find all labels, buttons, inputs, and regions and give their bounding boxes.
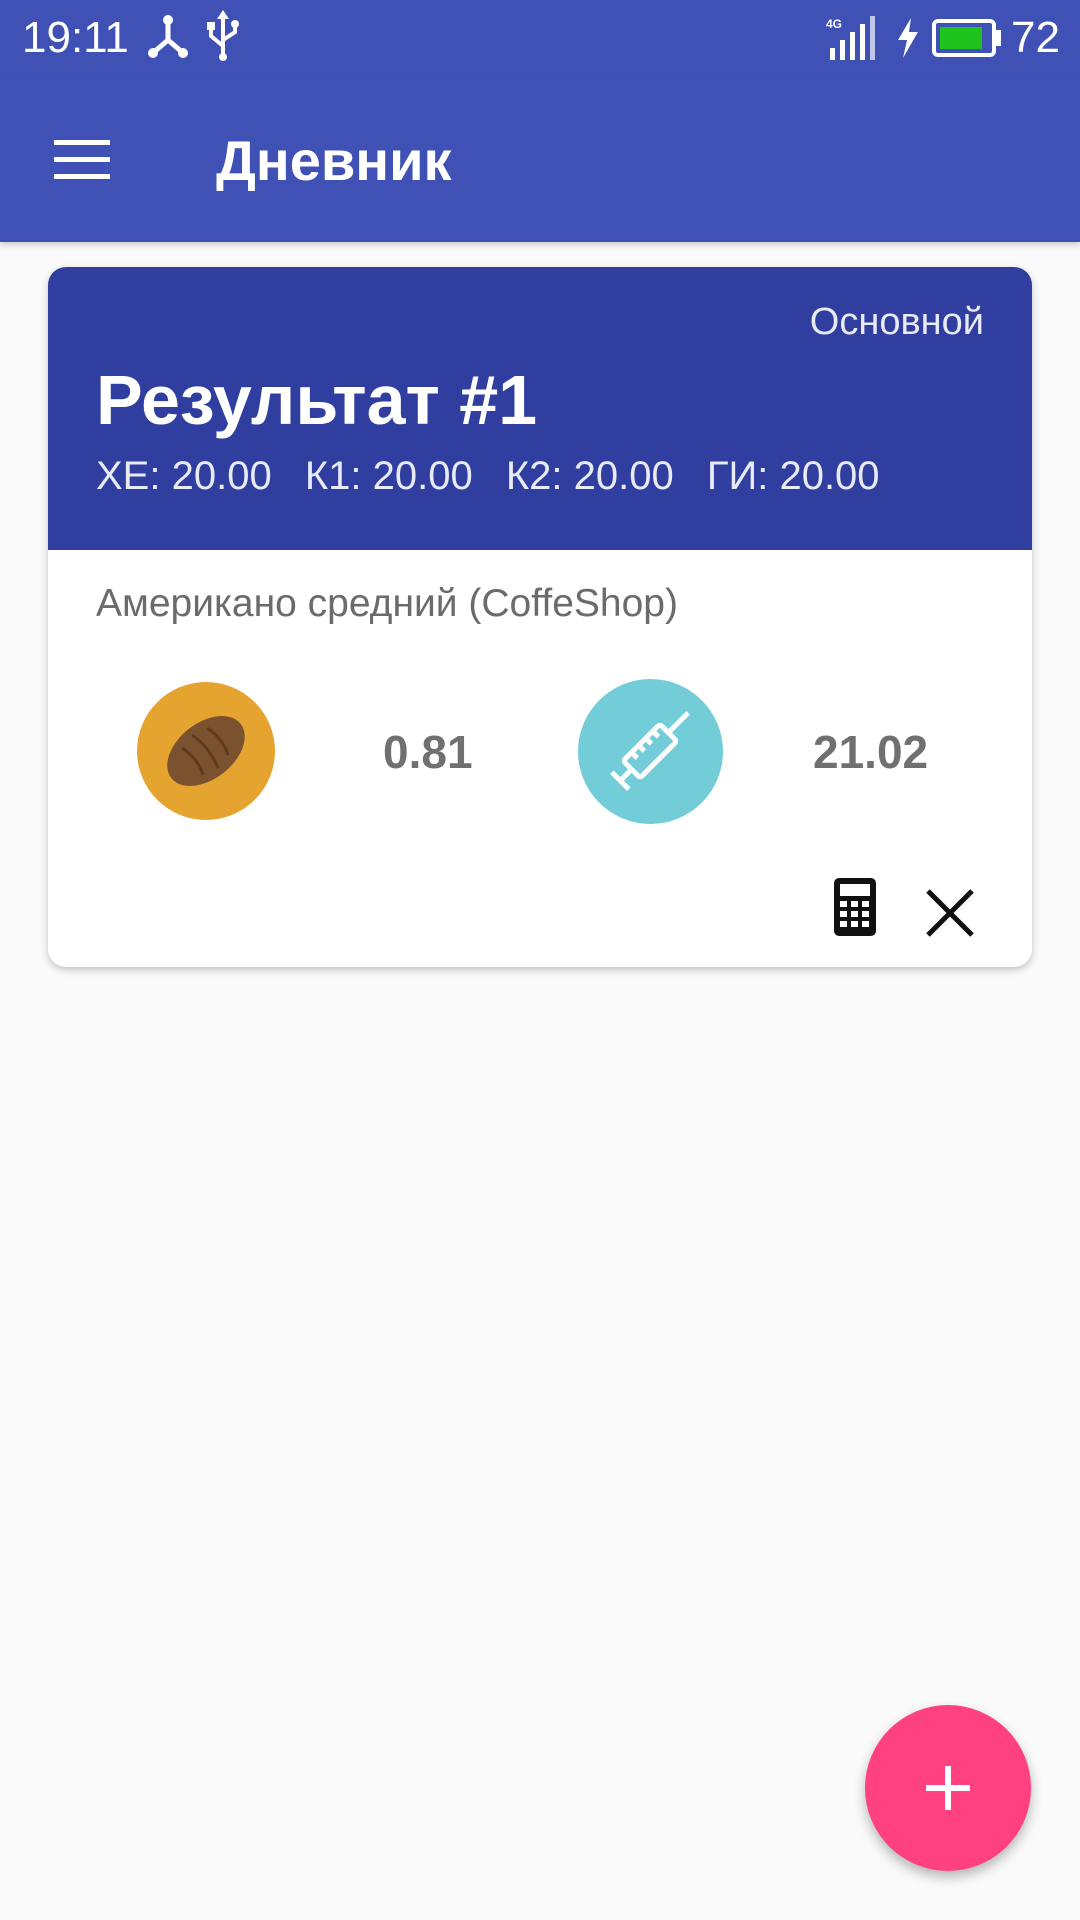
charging-icon [896,18,920,63]
insulin-value: 21.02 [813,726,929,778]
menu-icon [54,140,110,179]
calculator-button[interactable] [830,875,888,949]
sync-hub-icon [148,14,188,63]
app-bar: Дневник [0,76,1080,242]
bread-icon [137,682,275,820]
bread-units-value: 0.81 [383,726,473,778]
delete-button[interactable] [922,885,978,941]
food-name: Американо средний (CoffeShop) [96,582,678,625]
profile-label: Основной [809,301,984,343]
card-metrics: ХЕ: 20.00 К1: 20.00 К2: 20.00 ГИ: 20.00 [96,451,902,501]
svg-text:4G: 4G [826,17,842,31]
signal-icon: 4G [826,16,878,65]
metric-xe: ХЕ: 20.00 [96,454,272,498]
page-title: Дневник [216,129,452,192]
close-icon [926,889,974,937]
menu-button[interactable] [44,128,120,192]
plus-icon [926,1766,970,1810]
add-button[interactable] [865,1705,1031,1871]
metric-k2: К2: 20.00 [505,454,674,498]
result-card[interactable]: Основной Результат #1 ХЕ: 20.00 К1: 20.0… [48,267,1032,967]
syringe-icon [578,679,723,824]
usb-icon [206,10,240,67]
card-title: Результат #1 [96,361,538,439]
calculator-icon [834,878,876,936]
card-header: Основной Результат #1 ХЕ: 20.00 К1: 20.0… [48,267,1032,550]
status-time: 19:11 [22,13,129,62]
status-bar: 19:11 4G 72 [0,0,1080,76]
metric-k1: К1: 20.00 [304,454,473,498]
battery-percent: 72 [1011,13,1060,62]
metric-gi: ГИ: 20.00 [706,454,880,498]
battery-icon [932,18,1002,63]
